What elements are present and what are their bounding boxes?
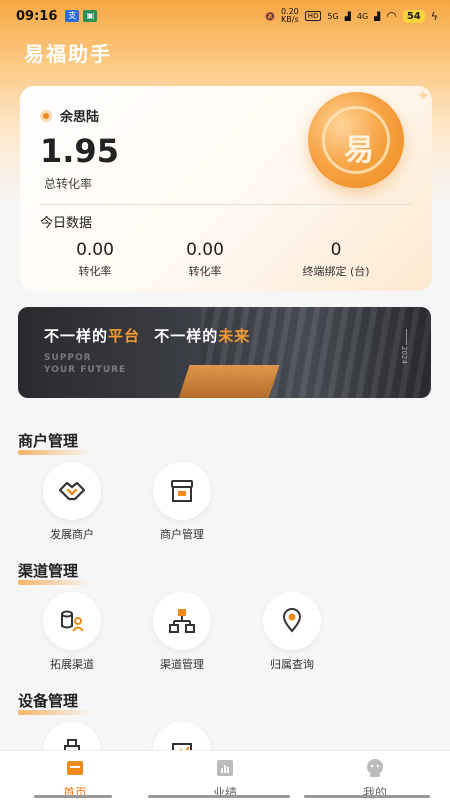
chart-icon [153,722,211,750]
banner-building-image [176,365,280,398]
wifi-icon: ◠ [386,9,397,23]
battery-level: 54 [402,9,425,23]
signal-5g: 5G [327,11,339,21]
coin-logo-icon: 易 [308,92,404,188]
profile-icon [367,759,383,777]
home-indicator-bar [148,795,290,798]
section-title-merchant: 商户管理 [18,432,93,455]
store-icon [153,462,211,520]
signal-4g: 4G [356,11,369,21]
sparkle-icon: ✦ [416,86,430,105]
handshake-icon [43,462,101,520]
charging-icon: ϟ [430,9,438,23]
tab-profile[interactable]: 我的 [300,751,450,800]
net-speed: 0.20 KB/s [281,8,299,24]
grid-item-ownership-query[interactable]: 归属查询 [247,592,337,672]
metric-label: 转化率 [78,265,112,278]
metric-terminal-binding: 0 终端绑定 (台) [240,240,432,279]
metric-value: 0.00 [76,240,114,260]
total-conversion-label: 总转化率 [44,177,93,191]
grid-item-channel-management[interactable]: 渠道管理 [137,592,227,672]
stats-card[interactable]: 易 ✦ 余思陆 1.95 总转化率 今日数据 0.00 转化率 0.00 转化率… [20,86,432,291]
banner-text: 不一样的 [44,327,109,345]
home-icon [67,761,83,775]
today-metrics: 0.00 转化率 0.00 转化率 0 终端绑定 (台) [20,240,432,279]
banner-text: 不一样的 [154,327,219,345]
status-bar: 09:16 支 ▣ 🔕 0.20 KB/s HD 5G ▟ 4G ▟ ◠ 54 … [0,0,450,32]
banner-divider [406,329,407,345]
user-name: 余思陆 [60,110,100,125]
banner-highlight: 未来 [218,327,251,345]
metric-label: 终端绑定 (台) [302,265,370,278]
mute-icon: 🔕 [264,11,275,21]
signal-bars-icon: ▟ [374,11,381,21]
today-data-title: 今日数据 [40,216,93,231]
tab-performance[interactable]: 业绩 [150,751,300,800]
grid-item-device-1[interactable] [27,722,117,750]
grid-label: 发展商户 [50,528,94,541]
banner-highlight: 平台 [108,327,141,345]
status-right: 🔕 0.20 KB/s HD 5G ▟ 4G ▟ ◠ 54 ϟ [265,8,438,24]
user-row: 余思陆 [40,106,99,125]
banner-english-2: YOUR FUTURE [44,365,127,375]
banner-english-1: SUPPOR [44,353,92,363]
grid-label: 渠道管理 [160,658,204,671]
metric-label: 转化率 [188,265,222,278]
banner-slogan: 不一样的平台 不一样的未来 [44,325,250,346]
app-notification-icon: ▣ [83,10,98,22]
status-time: 09:16 [16,8,58,24]
home-indicator-bar [304,795,430,798]
metric-conversion-1: 0.00 转化率 [20,240,170,279]
grid-label: 归属查询 [270,658,314,671]
tab-home[interactable]: 首页 [0,751,150,800]
device-icon [43,722,101,750]
divider [40,204,412,205]
signal-bars-icon: ▟ [344,11,351,21]
bar-chart-icon [217,760,233,776]
metric-value: 0.00 [186,240,224,260]
section-title-device: 设备管理 [18,692,93,715]
hd-icon: HD [304,11,322,21]
alipay-icon: 支 [65,10,80,22]
total-conversion-value: 1.95 [40,132,119,170]
grid-item-merchant-management[interactable]: 商户管理 [137,462,227,542]
promo-banner[interactable]: 不一样的平台 不一样的未来 SUPPOR YOUR FUTURE 2024 [18,307,431,398]
grid-label: 拓展渠道 [50,658,94,671]
tab-indicator [34,795,112,798]
net-speed-unit: KB/s [281,15,299,24]
user-status-icon [40,109,52,122]
grid-item-device-2[interactable] [137,722,227,750]
section-title-channel: 渠道管理 [18,562,93,585]
grid-item-expand-channel[interactable]: 拓展渠道 [27,592,117,672]
bottom-tab-bar: 首页 业绩 我的 [0,750,450,800]
metric-value: 0 [330,240,342,260]
banner-year: 2024 [400,346,409,364]
grid-item-develop-merchant[interactable]: 发展商户 [27,462,117,542]
metric-conversion-2: 0.00 转化率 [170,240,240,279]
location-pin-icon [263,592,321,650]
network-icon [153,592,211,650]
channel-expand-icon [43,592,101,650]
app-title: 易福助手 [24,42,112,66]
grid-label: 商户管理 [160,528,204,541]
